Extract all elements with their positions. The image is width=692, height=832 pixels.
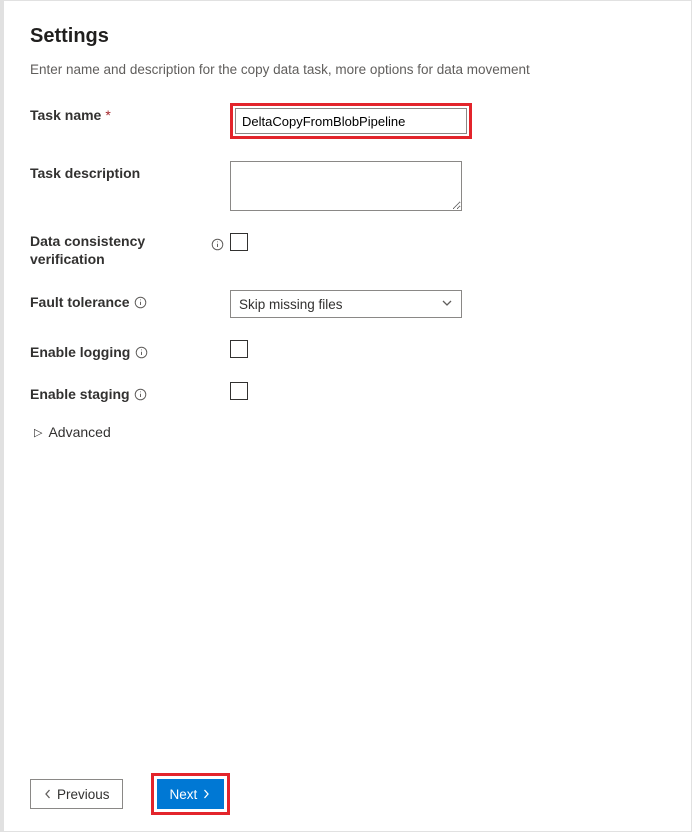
task-description-label: Task description — [30, 161, 200, 181]
previous-button[interactable]: Previous — [30, 779, 123, 809]
fault-tolerance-select[interactable]: Skip missing files — [230, 290, 462, 318]
chevron-down-icon — [441, 297, 453, 312]
chevron-right-icon — [201, 787, 211, 802]
info-icon[interactable] — [210, 237, 224, 251]
task-name-input[interactable] — [235, 108, 467, 134]
fault-tolerance-selected: Skip missing files — [239, 297, 343, 312]
data-consistency-label: Data consistency verification — [30, 233, 200, 268]
next-label: Next — [170, 787, 198, 802]
fault-tolerance-label: Fault tolerance — [30, 290, 200, 310]
info-icon[interactable] — [134, 295, 148, 309]
next-highlight: Next — [151, 773, 231, 815]
task-description-input[interactable] — [230, 161, 462, 211]
enable-logging-checkbox[interactable] — [230, 340, 248, 358]
page-subtitle: Enter name and description for the copy … — [30, 62, 665, 77]
data-consistency-checkbox[interactable] — [230, 233, 248, 251]
triangle-right-icon: ▷ — [34, 426, 42, 439]
info-icon[interactable] — [134, 387, 148, 401]
advanced-toggle[interactable]: ▷ Advanced — [34, 424, 665, 440]
previous-label: Previous — [57, 787, 110, 802]
task-name-label: Task name* — [30, 103, 200, 123]
info-icon[interactable] — [134, 345, 148, 359]
page-title: Settings — [30, 25, 665, 48]
task-name-highlight — [230, 103, 472, 139]
chevron-left-icon — [43, 787, 53, 802]
next-button[interactable]: Next — [157, 779, 225, 809]
enable-staging-checkbox[interactable] — [230, 382, 248, 400]
enable-staging-label: Enable staging — [30, 382, 200, 402]
enable-logging-label: Enable logging — [30, 340, 200, 360]
advanced-label: Advanced — [48, 424, 110, 440]
